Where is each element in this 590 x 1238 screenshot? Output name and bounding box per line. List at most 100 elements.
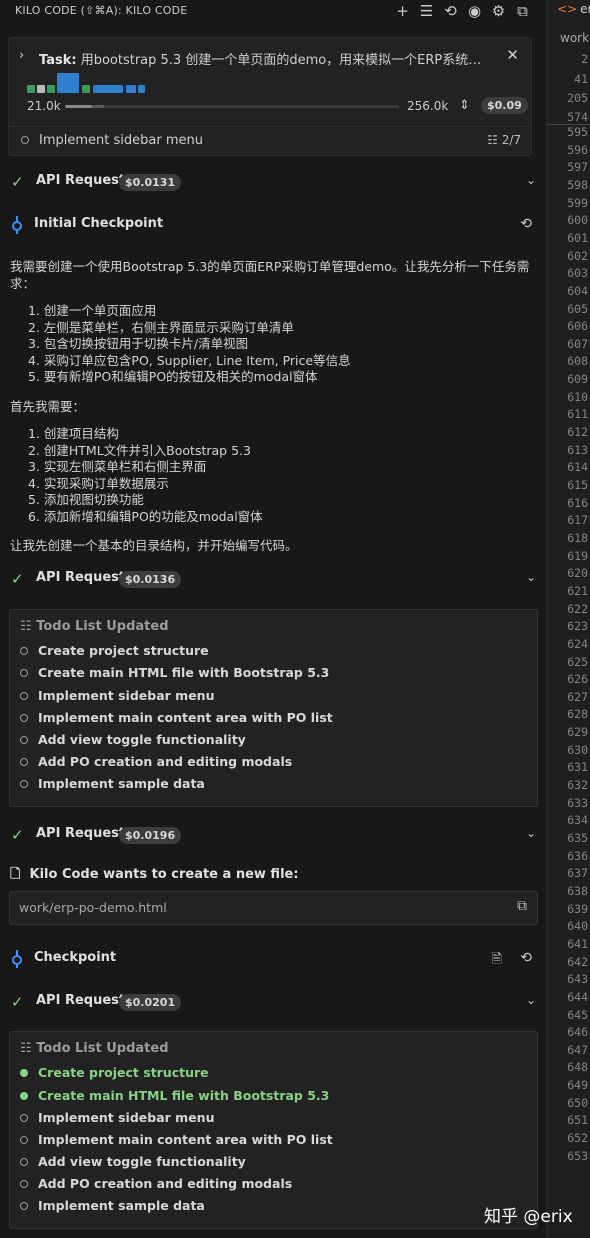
- line-number: 609: [567, 372, 588, 387]
- line-number: 598: [567, 177, 588, 192]
- task-text: 用bootstrap 5.3 创建一个单页面的demo，用来模拟一个ERP系统的…: [80, 53, 491, 68]
- block: [138, 85, 145, 93]
- line-number: 606: [567, 319, 588, 334]
- editor-pane: <>erp work 2 41 205 574595 596 597 598 599 600 60…: [546, 0, 590, 1238]
- list-item: 5. 要有新增PO和编辑PO的按钮及相关的modal窗体: [28, 369, 318, 385]
- gear-icon[interactable]: ⚙: [489, 2, 508, 20]
- list-item: 3. 包含切换按钮用于切换卡片/清单视图: [28, 336, 249, 352]
- line-number: 627: [567, 689, 588, 704]
- api-request-row[interactable]: ✓ API Request $0.0201 ⌄: [0, 993, 546, 1015]
- current-todo-text: Implement sidebar menu: [39, 133, 203, 148]
- api-request-label: API Request: [36, 173, 126, 188]
- line-number: 612: [567, 425, 588, 440]
- new-file-label: Kilo Code wants to create a new file:: [29, 867, 299, 882]
- api-request-row[interactable]: ✓ API Request $0.0136 ⌄: [0, 570, 546, 592]
- todo-item-text: Implement sidebar menu: [38, 688, 215, 703]
- assistant-first: 首先我需要：: [10, 399, 86, 414]
- line-number: 640: [567, 919, 588, 934]
- todo-item-text: Implement sample data: [38, 776, 205, 791]
- line-number: 641: [567, 936, 588, 951]
- chevron-down-icon[interactable]: ⌄: [526, 826, 536, 840]
- restore-history-icon[interactable]: ⟲: [520, 216, 532, 232]
- list-item: 5. 添加视图切换功能: [28, 492, 144, 508]
- list-item: 2. 左侧是菜单栏，右侧主界面显示采购订单清单: [28, 319, 294, 335]
- line-number: 638: [567, 883, 588, 898]
- line-number: 633: [567, 795, 588, 810]
- api-request-label: API Request: [36, 570, 126, 585]
- account-icon[interactable]: ◉: [465, 2, 484, 20]
- chevron-right-icon[interactable]: ›: [19, 48, 24, 63]
- line-number: 618: [567, 530, 588, 545]
- plus-icon[interactable]: +: [393, 2, 412, 20]
- todo-item-text: Implement sample data: [38, 1198, 205, 1213]
- history-icon[interactable]: ⟲: [441, 2, 460, 20]
- line-number: 622: [567, 601, 588, 616]
- line-number: 653: [567, 1148, 588, 1163]
- close-icon[interactable]: ✕: [506, 46, 519, 64]
- watermark: 知乎 @erix: [484, 1207, 573, 1227]
- todo-item-text: Add PO creation and editing modals: [38, 754, 293, 769]
- completed-dot-icon: [20, 1068, 28, 1077]
- restore-history-icon[interactable]: ⟲: [520, 950, 532, 966]
- line-number: 574: [567, 110, 588, 124]
- history-list-icon[interactable]: ☰: [417, 2, 436, 20]
- file-path-box[interactable]: work/erp-po-demo.html ⧉: [9, 891, 538, 925]
- line-number: 629: [567, 725, 588, 740]
- todo-item-text: Create main HTML file with Bootstrap 5.3: [38, 1088, 330, 1103]
- todo-item-text: Implement main content area with PO list: [38, 710, 333, 725]
- circle-icon: [20, 1113, 28, 1122]
- task-title[interactable]: Task: 用bootstrap 5.3 创建一个单页面的demo，用来模拟一个…: [39, 49, 491, 68]
- todo-title-text: Todo List Updated: [36, 1041, 169, 1056]
- popout-icon[interactable]: ⧉: [513, 2, 532, 20]
- steps-list: 1. 创建项目结构 2. 创建HTML文件并引入Bootstrap 5.3 3.…: [28, 426, 528, 526]
- line-number: 605: [567, 301, 588, 316]
- task-header[interactable]: › Task: 用bootstrap 5.3 创建一个单页面的demo，用来模拟…: [8, 37, 532, 156]
- todo-list-card: ☷ Todo List Updated Create project struc…: [9, 1031, 538, 1229]
- line-number: 597: [567, 160, 588, 175]
- todo-item-text: Implement main content area with PO list: [38, 1132, 333, 1147]
- line-number: 600: [567, 213, 588, 228]
- line-number: 621: [567, 583, 588, 598]
- editor-tab[interactable]: <>erp: [557, 2, 590, 16]
- list-item: 6. 添加新增和编辑PO的功能及modal窗体: [28, 508, 263, 524]
- circle-icon: [20, 1135, 28, 1144]
- line-number: 610: [567, 389, 588, 404]
- block: [57, 73, 79, 93]
- chevron-down-icon[interactable]: ⌄: [526, 570, 536, 584]
- tokens-max: 256.0k: [407, 99, 449, 113]
- line-number: 599: [567, 195, 588, 210]
- panel-title: KILO CODE (⇧⌘A): KILO CODE: [15, 4, 188, 17]
- circle-icon: [20, 691, 28, 700]
- check-icon: ✓: [11, 570, 24, 588]
- block: [47, 85, 55, 93]
- line-number: 617: [567, 513, 588, 528]
- diff-file-icon[interactable]: 🗎: [492, 950, 502, 972]
- line-number: 619: [567, 548, 588, 563]
- current-todo[interactable]: Implement sidebar menu: [21, 133, 203, 148]
- breadcrumb[interactable]: work: [560, 31, 589, 45]
- circle-icon: [20, 779, 28, 788]
- chevron-down-icon[interactable]: ⌄: [526, 993, 536, 1007]
- new-file-notice: 🗋 Kilo Code wants to create a new file:: [10, 867, 299, 882]
- circle-icon: [20, 735, 28, 744]
- line-number: 614: [567, 460, 588, 475]
- context-bar-reserved: [92, 105, 104, 108]
- line-number: 625: [567, 654, 588, 669]
- todo-item-done: Create project structure: [20, 1065, 209, 1080]
- line-number: 613: [567, 442, 588, 457]
- toolbar: + ☰ ⟲ ◉ ⚙ ⧉: [393, 2, 532, 20]
- open-external-icon[interactable]: ⧉: [517, 898, 527, 914]
- circle-icon: [21, 135, 29, 144]
- todo-item-text: Add view toggle functionality: [38, 1154, 246, 1169]
- todo-item-text: Add view toggle functionality: [38, 732, 246, 747]
- api-request-row[interactable]: ✓ API Request $0.0196 ⌄: [0, 826, 546, 848]
- api-request-row[interactable]: ✓ API Request $0.0131 ⌄: [0, 173, 546, 195]
- line-number: 616: [567, 495, 588, 510]
- line-number: 648: [567, 1060, 588, 1075]
- line-number: 623: [567, 619, 588, 634]
- todo-count[interactable]: ☷ 2/7: [487, 133, 521, 147]
- cost-blocks: [27, 71, 227, 93]
- list-item: 1. 创建一个单页面应用: [28, 303, 157, 318]
- chevron-down-icon[interactable]: ⌄: [526, 173, 536, 187]
- condense-icon[interactable]: ⇕: [459, 98, 470, 113]
